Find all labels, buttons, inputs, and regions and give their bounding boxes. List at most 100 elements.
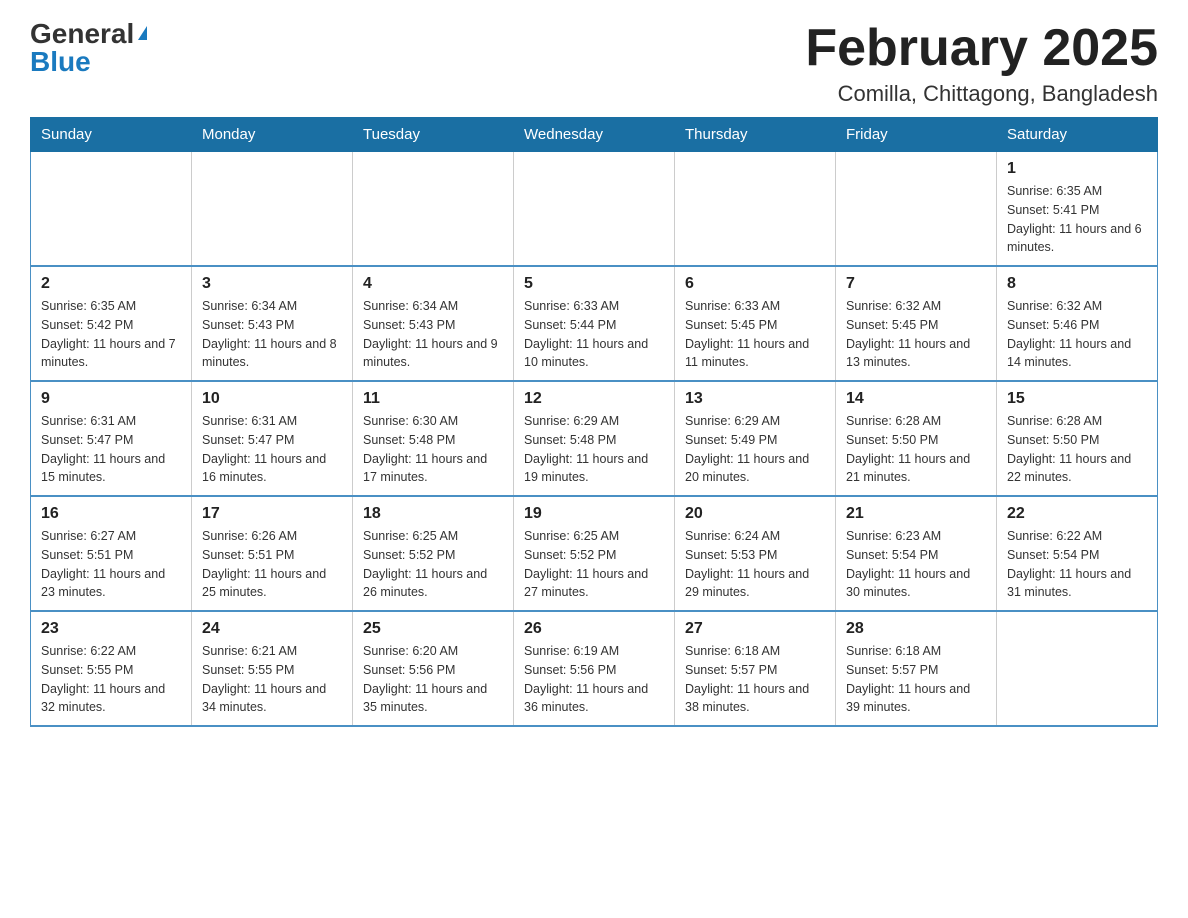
calendar-cell [192,152,353,267]
day-number: 28 [846,620,986,638]
day-number: 2 [41,275,181,293]
calendar-cell: 13Sunrise: 6:29 AMSunset: 5:49 PMDayligh… [675,381,836,496]
calendar-cell [997,611,1158,726]
day-info: Sunrise: 6:33 AMSunset: 5:44 PMDaylight:… [524,297,664,372]
calendar-cell: 9 Sunrise: 6:31 AMSunset: 5:47 PMDaylight… [31,381,192,496]
day-number: 19 [524,505,664,523]
header-tuesday: Tuesday [353,118,514,152]
day-number: 12 [524,390,664,408]
header-monday: Monday [192,118,353,152]
calendar-cell: 1 Sunrise: 6:35 AMSunset: 5:41 PMDaylight… [997,152,1158,267]
calendar-cell: 5 Sunrise: 6:33 AMSunset: 5:44 PMDaylight… [514,266,675,381]
header-saturday: Saturday [997,118,1158,152]
day-info: Sunrise: 6:33 AMSunset: 5:45 PMDaylight:… [685,297,825,372]
calendar-cell: 17 Sunrise: 6:26 AMSunset: 5:51 PMDayligh… [192,496,353,611]
calendar-cell: 4 Sunrise: 6:34 AMSunset: 5:43 PMDaylight… [353,266,514,381]
calendar-week-row: 16 Sunrise: 6:27 AMSunset: 5:51 PMDayligh… [31,496,1158,611]
day-info: Sunrise: 6:18 AMSunset: 5:57 PMDaylight:… [846,642,986,717]
day-info: Sunrise: 6:22 AMSunset: 5:54 PMDaylight:… [1007,527,1147,602]
calendar-body: 1 Sunrise: 6:35 AMSunset: 5:41 PMDaylight… [31,152,1158,727]
calendar-cell: 23 Sunrise: 6:22 AMSunset: 5:55 PMDayligh… [31,611,192,726]
day-info: Sunrise: 6:22 AMSunset: 5:55 PMDaylight:… [41,642,181,717]
day-number: 8 [1007,275,1147,293]
day-info: Sunrise: 6:28 AMSunset: 5:50 PMDaylight:… [1007,412,1147,487]
calendar-cell: 14Sunrise: 6:28 AMSunset: 5:50 PMDayligh… [836,381,997,496]
day-number: 17 [202,505,342,523]
day-info: Sunrise: 6:34 AMSunset: 5:43 PMDaylight:… [363,297,503,372]
calendar-cell: 20 Sunrise: 6:24 AMSunset: 5:53 PMDayligh… [675,496,836,611]
day-number: 20 [685,505,825,523]
calendar-cell: 27Sunrise: 6:18 AMSunset: 5:57 PMDayligh… [675,611,836,726]
day-info: Sunrise: 6:32 AMSunset: 5:45 PMDaylight:… [846,297,986,372]
day-info: Sunrise: 6:25 AMSunset: 5:52 PMDaylight:… [363,527,503,602]
day-number: 25 [363,620,503,638]
calendar-week-row: 1 Sunrise: 6:35 AMSunset: 5:41 PMDaylight… [31,152,1158,267]
calendar-cell: 6 Sunrise: 6:33 AMSunset: 5:45 PMDaylight… [675,266,836,381]
calendar-cell: 19 Sunrise: 6:25 AMSunset: 5:52 PMDayligh… [514,496,675,611]
day-number: 10 [202,390,342,408]
calendar-cell: 7 Sunrise: 6:32 AMSunset: 5:45 PMDaylight… [836,266,997,381]
day-number: 1 [1007,160,1147,178]
day-info: Sunrise: 6:28 AMSunset: 5:50 PMDaylight:… [846,412,986,487]
calendar-week-row: 9 Sunrise: 6:31 AMSunset: 5:47 PMDaylight… [31,381,1158,496]
day-info: Sunrise: 6:30 AMSunset: 5:48 PMDaylight:… [363,412,503,487]
day-number: 3 [202,275,342,293]
calendar-cell: 18Sunrise: 6:25 AMSunset: 5:52 PMDayligh… [353,496,514,611]
day-info: Sunrise: 6:35 AMSunset: 5:42 PMDaylight:… [41,297,181,372]
calendar-cell [514,152,675,267]
day-info: Sunrise: 6:21 AMSunset: 5:55 PMDaylight:… [202,642,342,717]
calendar-cell [353,152,514,267]
day-info: Sunrise: 6:34 AMSunset: 5:43 PMDaylight:… [202,297,342,372]
calendar-table: Sunday Monday Tuesday Wednesday Thursday… [30,117,1158,727]
day-info: Sunrise: 6:20 AMSunset: 5:56 PMDaylight:… [363,642,503,717]
day-info: Sunrise: 6:26 AMSunset: 5:51 PMDaylight:… [202,527,342,602]
day-info: Sunrise: 6:23 AMSunset: 5:54 PMDaylight:… [846,527,986,602]
calendar-cell: 22 Sunrise: 6:22 AMSunset: 5:54 PMDayligh… [997,496,1158,611]
calendar-cell: 3 Sunrise: 6:34 AMSunset: 5:43 PMDaylight… [192,266,353,381]
calendar-cell [31,152,192,267]
day-number: 24 [202,620,342,638]
calendar-cell: 24 Sunrise: 6:21 AMSunset: 5:55 PMDayligh… [192,611,353,726]
day-number: 7 [846,275,986,293]
header-thursday: Thursday [675,118,836,152]
header-wednesday: Wednesday [514,118,675,152]
calendar-cell: 8Sunrise: 6:32 AMSunset: 5:46 PMDaylight… [997,266,1158,381]
logo-general-text: General [30,20,134,48]
calendar-cell: 25 Sunrise: 6:20 AMSunset: 5:56 PMDayligh… [353,611,514,726]
calendar-cell: 2 Sunrise: 6:35 AMSunset: 5:42 PMDaylight… [31,266,192,381]
calendar-cell: 10 Sunrise: 6:31 AMSunset: 5:47 PMDayligh… [192,381,353,496]
calendar-cell: 16 Sunrise: 6:27 AMSunset: 5:51 PMDayligh… [31,496,192,611]
calendar-cell: 12 Sunrise: 6:29 AMSunset: 5:48 PMDayligh… [514,381,675,496]
day-info: Sunrise: 6:27 AMSunset: 5:51 PMDaylight:… [41,527,181,602]
calendar-week-row: 23 Sunrise: 6:22 AMSunset: 5:55 PMDayligh… [31,611,1158,726]
page-title: February 2025 [805,20,1158,77]
calendar-cell: 21 Sunrise: 6:23 AMSunset: 5:54 PMDayligh… [836,496,997,611]
day-info: Sunrise: 6:29 AMSunset: 5:48 PMDaylight:… [524,412,664,487]
day-info: Sunrise: 6:35 AMSunset: 5:41 PMDaylight:… [1007,182,1147,257]
calendar-cell: 28 Sunrise: 6:18 AMSunset: 5:57 PMDayligh… [836,611,997,726]
day-info: Sunrise: 6:29 AMSunset: 5:49 PMDaylight:… [685,412,825,487]
title-section: February 2025 Comilla, Chittagong, Bangl… [805,20,1158,107]
calendar-week-row: 2 Sunrise: 6:35 AMSunset: 5:42 PMDaylight… [31,266,1158,381]
page-header: General Blue February 2025 Comilla, Chit… [30,20,1158,107]
day-info: Sunrise: 6:24 AMSunset: 5:53 PMDaylight:… [685,527,825,602]
day-info: Sunrise: 6:19 AMSunset: 5:56 PMDaylight:… [524,642,664,717]
logo-blue-text: Blue [30,48,91,76]
day-number: 26 [524,620,664,638]
day-number: 22 [1007,505,1147,523]
day-number: 21 [846,505,986,523]
day-number: 4 [363,275,503,293]
header-sunday: Sunday [31,118,192,152]
day-number: 9 [41,390,181,408]
day-headers-row: Sunday Monday Tuesday Wednesday Thursday… [31,118,1158,152]
day-number: 23 [41,620,181,638]
calendar-cell: 15Sunrise: 6:28 AMSunset: 5:50 PMDayligh… [997,381,1158,496]
day-info: Sunrise: 6:31 AMSunset: 5:47 PMDaylight:… [202,412,342,487]
day-info: Sunrise: 6:25 AMSunset: 5:52 PMDaylight:… [524,527,664,602]
location-subtitle: Comilla, Chittagong, Bangladesh [805,81,1158,107]
day-number: 27 [685,620,825,638]
day-number: 16 [41,505,181,523]
day-info: Sunrise: 6:31 AMSunset: 5:47 PMDaylight:… [41,412,181,487]
day-number: 5 [524,275,664,293]
day-number: 6 [685,275,825,293]
